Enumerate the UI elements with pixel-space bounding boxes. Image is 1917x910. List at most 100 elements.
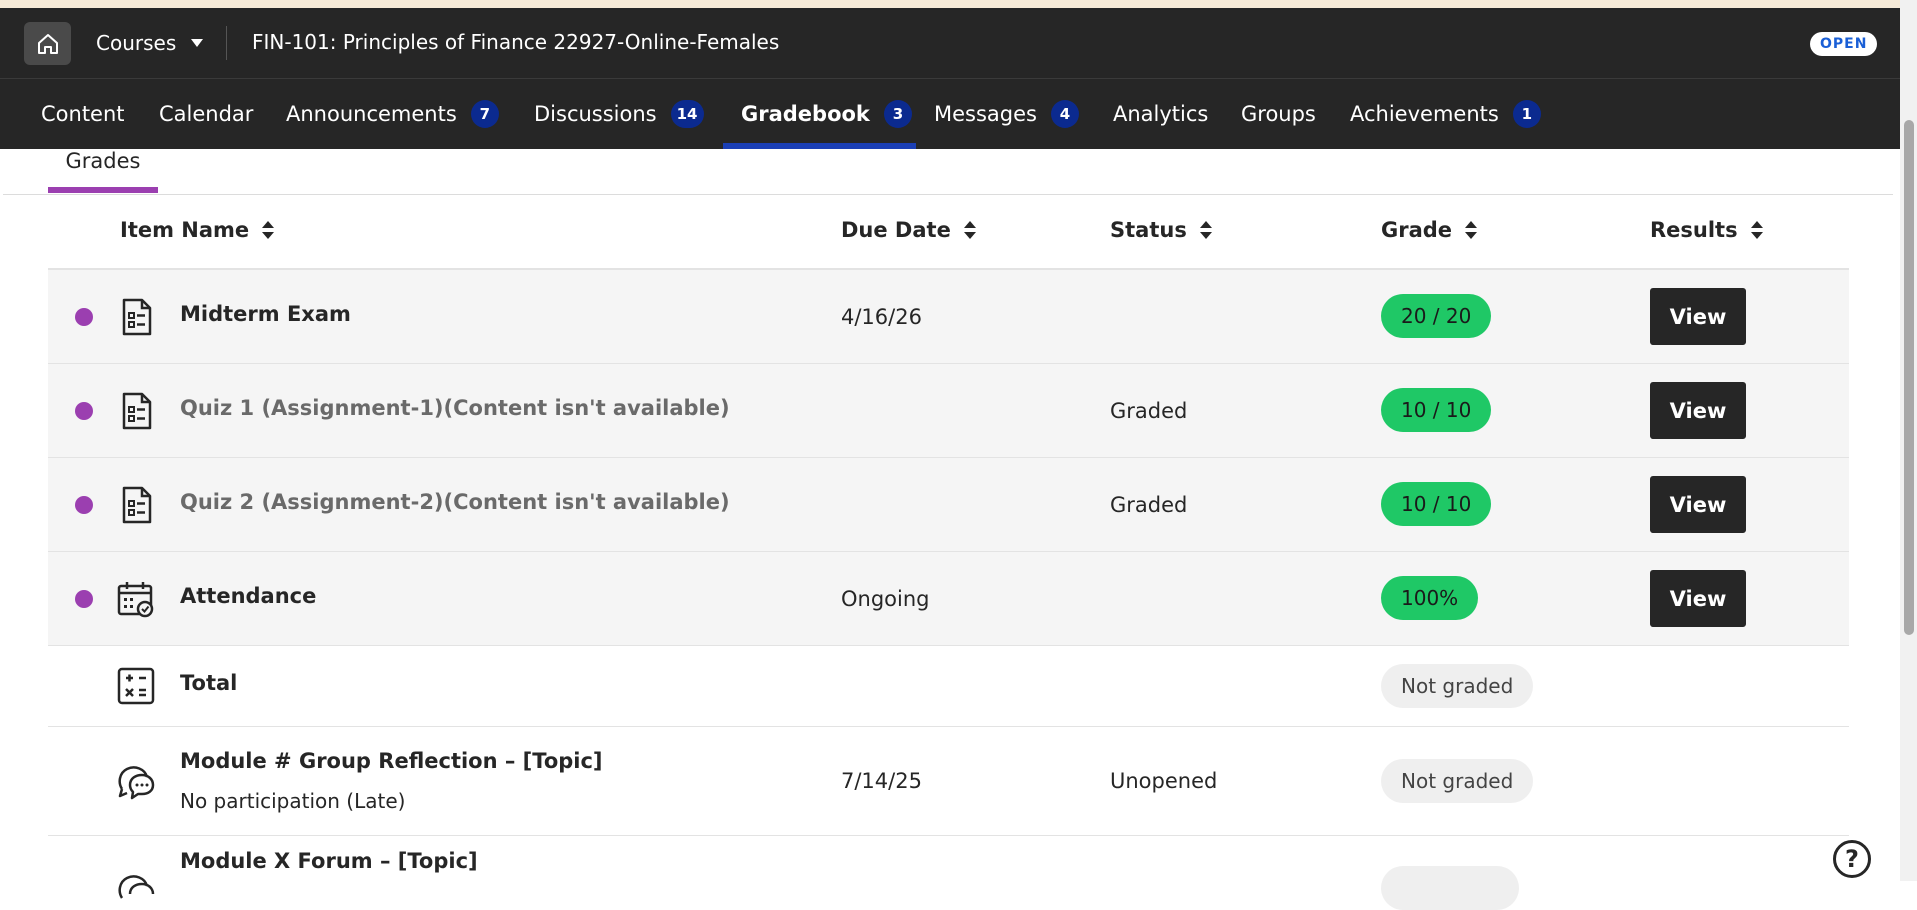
grades-table: Item Name Due Date Status Grade Results <box>48 196 1849 910</box>
grade-pill: 10 / 10 <box>1381 388 1492 432</box>
column-header-results[interactable]: Results <box>1650 218 1764 242</box>
page-scrollbar[interactable] <box>1900 0 1917 881</box>
courses-label: Courses <box>96 31 177 55</box>
assessment-icon <box>122 486 152 524</box>
new-item-dot <box>75 496 93 514</box>
tab-label: Gradebook <box>741 102 870 126</box>
column-header-due-date[interactable]: Due Date <box>841 218 977 242</box>
tab-label: Calendar <box>159 102 254 126</box>
item-name: Quiz 2 (Assignment-2)(Content isn't avai… <box>180 490 730 514</box>
tab-announcements[interactable]: Announcements 7 <box>286 79 499 149</box>
view-results-button[interactable]: View <box>1650 476 1746 533</box>
view-results-button[interactable]: View <box>1650 570 1746 627</box>
tab-count-badge: 4 <box>1050 100 1079 128</box>
scrollbar-thumb[interactable] <box>1904 120 1914 635</box>
tab-label: Achievements <box>1350 102 1499 126</box>
tab-discussions[interactable]: Discussions 14 <box>534 79 704 149</box>
tab-analytics[interactable]: Analytics <box>1113 79 1208 149</box>
tab-label: Discussions <box>534 102 657 126</box>
sort-icon <box>1465 221 1478 239</box>
item-name-link[interactable]: Attendance <box>180 584 316 608</box>
table-row: Midterm Exam 4/16/26 20 / 20 View <box>48 270 1849 364</box>
new-item-dot <box>75 402 93 420</box>
status-text: Unopened <box>1110 769 1218 793</box>
grade-pill <box>1381 866 1519 910</box>
top-strip <box>0 0 1917 8</box>
item-name-link[interactable]: Midterm Exam <box>180 302 351 326</box>
tab-label: Messages <box>934 102 1037 126</box>
tab-label: Analytics <box>1113 102 1209 126</box>
tab-groups[interactable]: Groups <box>1241 79 1316 149</box>
view-results-button[interactable]: View <box>1650 382 1746 439</box>
due-date: 7/14/25 <box>841 769 922 793</box>
participation-note: No participation (Late) <box>180 789 406 813</box>
subtab-active-indicator <box>48 187 158 193</box>
sort-icon <box>963 221 976 239</box>
new-item-dot <box>75 590 93 608</box>
table-row: Module X Forum – [Topic] <box>48 836 1849 910</box>
new-item-dot <box>75 308 93 326</box>
due-date: Ongoing <box>841 587 930 611</box>
header-divider <box>226 26 227 60</box>
course-title: FIN-101: Principles of Finance 22927-Onl… <box>252 30 780 54</box>
assessment-icon <box>122 298 152 336</box>
column-header-item-name[interactable]: Item Name <box>120 218 275 242</box>
tab-count-badge: 1 <box>1512 100 1541 128</box>
grade-pill: 20 / 20 <box>1381 294 1492 338</box>
calculator-icon <box>117 667 155 705</box>
status-text: Graded <box>1110 399 1188 423</box>
column-header-label: Item Name <box>120 218 250 242</box>
item-name-link[interactable]: Module X Forum – [Topic] <box>180 849 478 873</box>
sort-icon <box>1199 221 1212 239</box>
table-row: Quiz 1 (Assignment-1)(Content isn't avai… <box>48 364 1849 458</box>
grade-pill: 10 / 10 <box>1381 482 1492 526</box>
item-name-link[interactable]: Module # Group Reflection – [Topic] <box>180 749 603 773</box>
tab-messages[interactable]: Messages 4 <box>934 79 1079 149</box>
tab-label: Content <box>41 102 125 126</box>
table-header: Item Name Due Date Status Grade Results <box>48 196 1849 270</box>
column-header-label: Results <box>1650 218 1738 242</box>
tab-calendar[interactable]: Calendar <box>159 79 253 149</box>
table-row: Attendance Ongoing 100% View <box>48 552 1849 646</box>
column-header-label: Due Date <box>841 218 951 242</box>
sort-icon <box>262 221 275 239</box>
grade-pill: 100% <box>1381 576 1479 620</box>
tab-label: Groups <box>1241 102 1316 126</box>
course-nav: Content Calendar Announcements 7 Discuss… <box>0 78 1900 149</box>
caret-down-icon <box>191 39 204 47</box>
courses-dropdown[interactable]: Courses <box>96 28 204 58</box>
column-header-grade[interactable]: Grade <box>1381 218 1478 242</box>
home-icon <box>37 33 58 54</box>
home-button[interactable] <box>24 22 71 65</box>
sort-icon <box>1750 221 1763 239</box>
discussion-icon <box>118 766 155 800</box>
tab-label: Announcements <box>286 102 457 126</box>
column-header-status[interactable]: Status <box>1110 218 1213 242</box>
status-text: Graded <box>1110 493 1188 517</box>
tab-achievements[interactable]: Achievements 1 <box>1350 79 1541 149</box>
view-results-button[interactable]: View <box>1650 288 1746 345</box>
table-row: Total Not graded <box>48 646 1849 727</box>
help-button[interactable]: ? <box>1833 840 1871 878</box>
tab-content[interactable]: Content <box>41 79 125 149</box>
attendance-calendar-icon <box>117 582 154 618</box>
grade-pill: Not graded <box>1381 759 1534 803</box>
help-icon: ? <box>1845 845 1859 873</box>
open-status-badge: OPEN <box>1810 32 1878 56</box>
assessment-icon <box>122 392 152 430</box>
tab-gradebook[interactable]: Gradebook 3 <box>741 79 912 149</box>
subtab-bar: Grades <box>3 149 1893 195</box>
course-header: Courses FIN-101: Principles of Finance 2… <box>0 8 1900 78</box>
grade-pill: Not graded <box>1381 664 1534 708</box>
item-name: Quiz 1 (Assignment-1)(Content isn't avai… <box>180 396 730 420</box>
tab-count-badge: 14 <box>670 100 704 128</box>
table-row: Quiz 2 (Assignment-2)(Content isn't avai… <box>48 458 1849 552</box>
tab-count-badge: 7 <box>470 100 499 128</box>
table-row: Module # Group Reflection – [Topic] No p… <box>48 727 1849 836</box>
total-label: Total <box>180 671 238 695</box>
column-header-label: Grade <box>1381 218 1453 242</box>
column-header-label: Status <box>1110 218 1187 242</box>
tab-count-badge: 3 <box>883 100 912 128</box>
discussion-icon <box>118 875 155 899</box>
due-date: 4/16/26 <box>841 305 922 329</box>
